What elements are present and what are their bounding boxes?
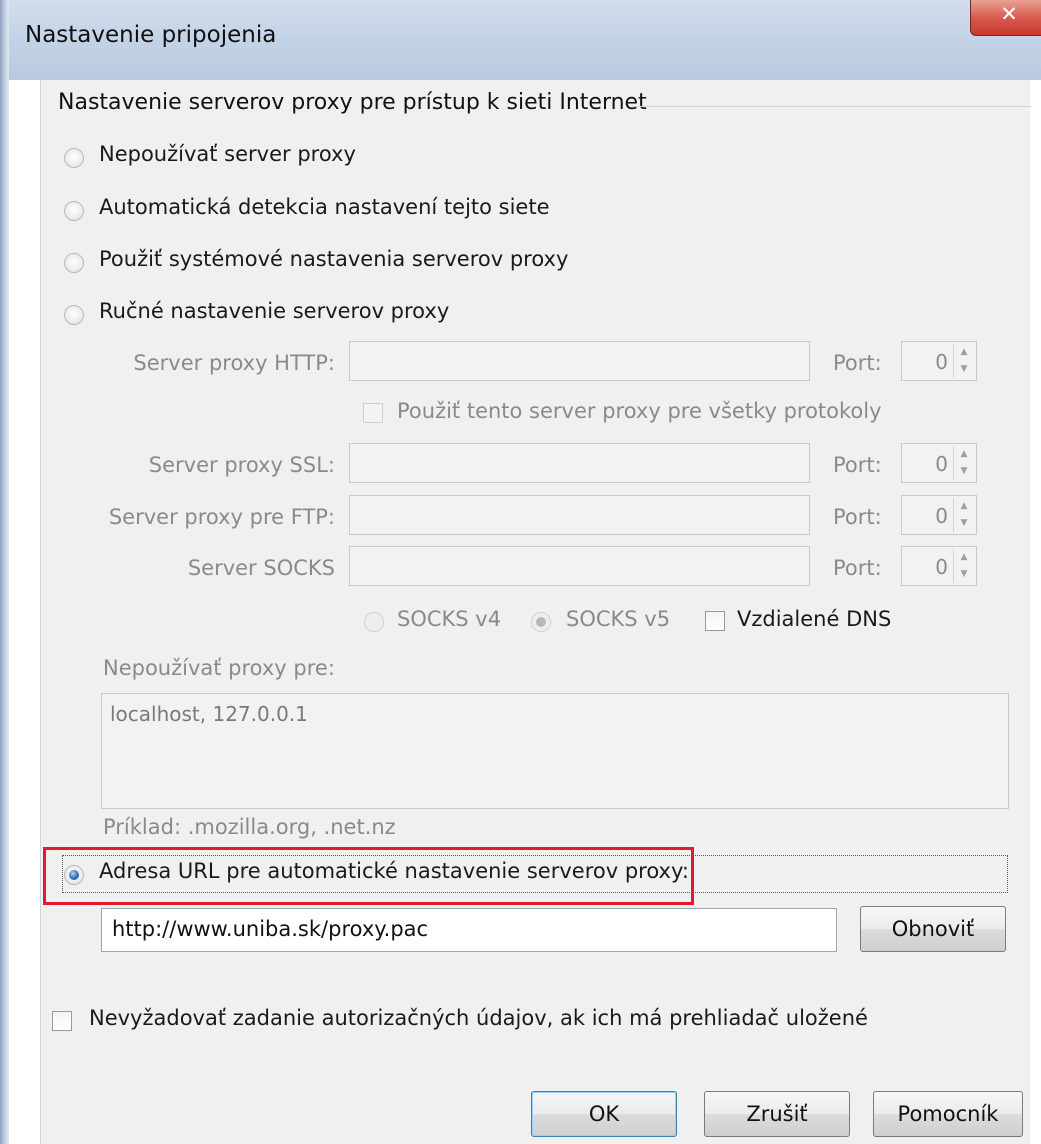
label-no-auth-prompt[interactable]: Nevyžadovať zadanie autorizačných údajov…: [89, 1006, 868, 1030]
spin-up-icon[interactable]: ▲: [954, 549, 974, 566]
radio-socks-v5[interactable]: [531, 612, 551, 632]
ftp-proxy-input[interactable]: [349, 495, 810, 535]
example-hint: Príklad: .mozilla.org, .net.nz: [103, 815, 396, 839]
ssl-port-input[interactable]: 0 ▲ ▼: [901, 443, 977, 483]
http-port-value: 0: [935, 350, 948, 374]
label-share-proxy[interactable]: Použiť tento server proxy pre všetky pro…: [397, 399, 882, 423]
ftp-port-input[interactable]: 0 ▲ ▼: [901, 495, 977, 535]
label-ssl-proxy: Server proxy SSL:: [148, 453, 335, 477]
label-http-proxy: Server proxy HTTP:: [133, 351, 335, 375]
socks-port-spinner[interactable]: ▲ ▼: [953, 549, 974, 583]
label-no-proxy[interactable]: Nepoužívať server proxy: [99, 142, 356, 166]
label-http-port: Port:: [833, 351, 882, 375]
auto-url-input[interactable]: http://www.uniba.sk/proxy.pac: [101, 908, 837, 952]
label-ftp-port: Port:: [833, 505, 882, 529]
auto-url-value: http://www.uniba.sk/proxy.pac: [112, 917, 429, 941]
http-port-spinner[interactable]: ▲ ▼: [953, 344, 974, 378]
label-ssl-port: Port:: [833, 453, 882, 477]
ftp-port-value: 0: [935, 504, 948, 528]
label-socks-v4[interactable]: SOCKS v4: [397, 607, 501, 631]
label-no-proxy-for: Nepoužívať proxy pre:: [103, 656, 335, 680]
label-remote-dns[interactable]: Vzdialené DNS: [737, 607, 891, 631]
ftp-port-spinner[interactable]: ▲ ▼: [953, 498, 974, 532]
group-divider: [632, 106, 1032, 107]
http-port-input[interactable]: 0 ▲ ▼: [901, 341, 977, 381]
ssl-port-value: 0: [935, 452, 948, 476]
no-proxy-for-textarea[interactable]: localhost, 127.0.0.1: [101, 693, 1009, 809]
share-proxy-checkbox[interactable]: [363, 403, 383, 423]
no-proxy-for-value: localhost, 127.0.0.1: [110, 702, 308, 726]
label-auto-url[interactable]: Adresa URL pre automatické nastavenie se…: [99, 859, 689, 883]
label-socks-port: Port:: [833, 556, 882, 580]
ok-button[interactable]: OK: [531, 1091, 677, 1137]
socks-port-value: 0: [935, 555, 948, 579]
http-proxy-input[interactable]: [349, 341, 810, 381]
spin-down-icon[interactable]: ▼: [954, 566, 974, 583]
socks-proxy-input[interactable]: [349, 546, 810, 586]
label-socks-v5[interactable]: SOCKS v5: [566, 607, 670, 631]
window-title: Nastavenie pripojenia: [25, 22, 277, 48]
spin-down-icon[interactable]: ▼: [954, 463, 974, 480]
label-manual-proxy[interactable]: Ručné nastavenie serverov proxy: [99, 299, 449, 323]
radio-auto-url[interactable]: [64, 865, 84, 885]
spin-up-icon[interactable]: ▲: [954, 498, 974, 515]
spin-down-icon[interactable]: ▼: [954, 515, 974, 532]
radio-manual-proxy[interactable]: [64, 305, 84, 325]
no-auth-prompt-checkbox[interactable]: [52, 1011, 72, 1031]
remote-dns-checkbox[interactable]: [705, 611, 725, 631]
window-frame-left: [0, 0, 9, 1144]
spin-up-icon[interactable]: ▲: [954, 344, 974, 361]
cancel-button[interactable]: Zrušiť: [704, 1091, 850, 1137]
group-title: Nastavenie serverov proxy pre prístup k …: [58, 90, 647, 115]
label-ftp-proxy: Server proxy pre FTP:: [108, 505, 335, 529]
radio-system-proxy[interactable]: [64, 253, 84, 273]
spin-down-icon[interactable]: ▼: [954, 361, 974, 378]
ssl-proxy-input[interactable]: [349, 443, 810, 483]
radio-no-proxy[interactable]: [64, 148, 84, 168]
radio-socks-v4[interactable]: [364, 612, 384, 632]
label-system-proxy[interactable]: Použiť systémové nastavenia serverov pro…: [99, 247, 568, 271]
close-icon: ✕: [1000, 2, 1018, 26]
title-bar[interactable]: Nastavenie pripojenia ✕: [9, 0, 1041, 80]
socks-port-input[interactable]: 0 ▲ ▼: [901, 546, 977, 586]
spin-up-icon[interactable]: ▲: [954, 446, 974, 463]
radio-auto-detect[interactable]: [64, 201, 84, 221]
reload-button[interactable]: Obnoviť: [860, 906, 1006, 952]
label-socks-proxy: Server SOCKS: [187, 556, 335, 580]
label-auto-detect[interactable]: Automatická detekcia nastavení tejto sie…: [99, 195, 550, 219]
help-button[interactable]: Pomocník: [873, 1091, 1023, 1137]
ssl-port-spinner[interactable]: ▲ ▼: [953, 446, 974, 480]
close-button[interactable]: ✕: [970, 0, 1041, 36]
dialog-window: Nastavenie pripojenia ✕ Nastavenie serve…: [0, 0, 1041, 1144]
